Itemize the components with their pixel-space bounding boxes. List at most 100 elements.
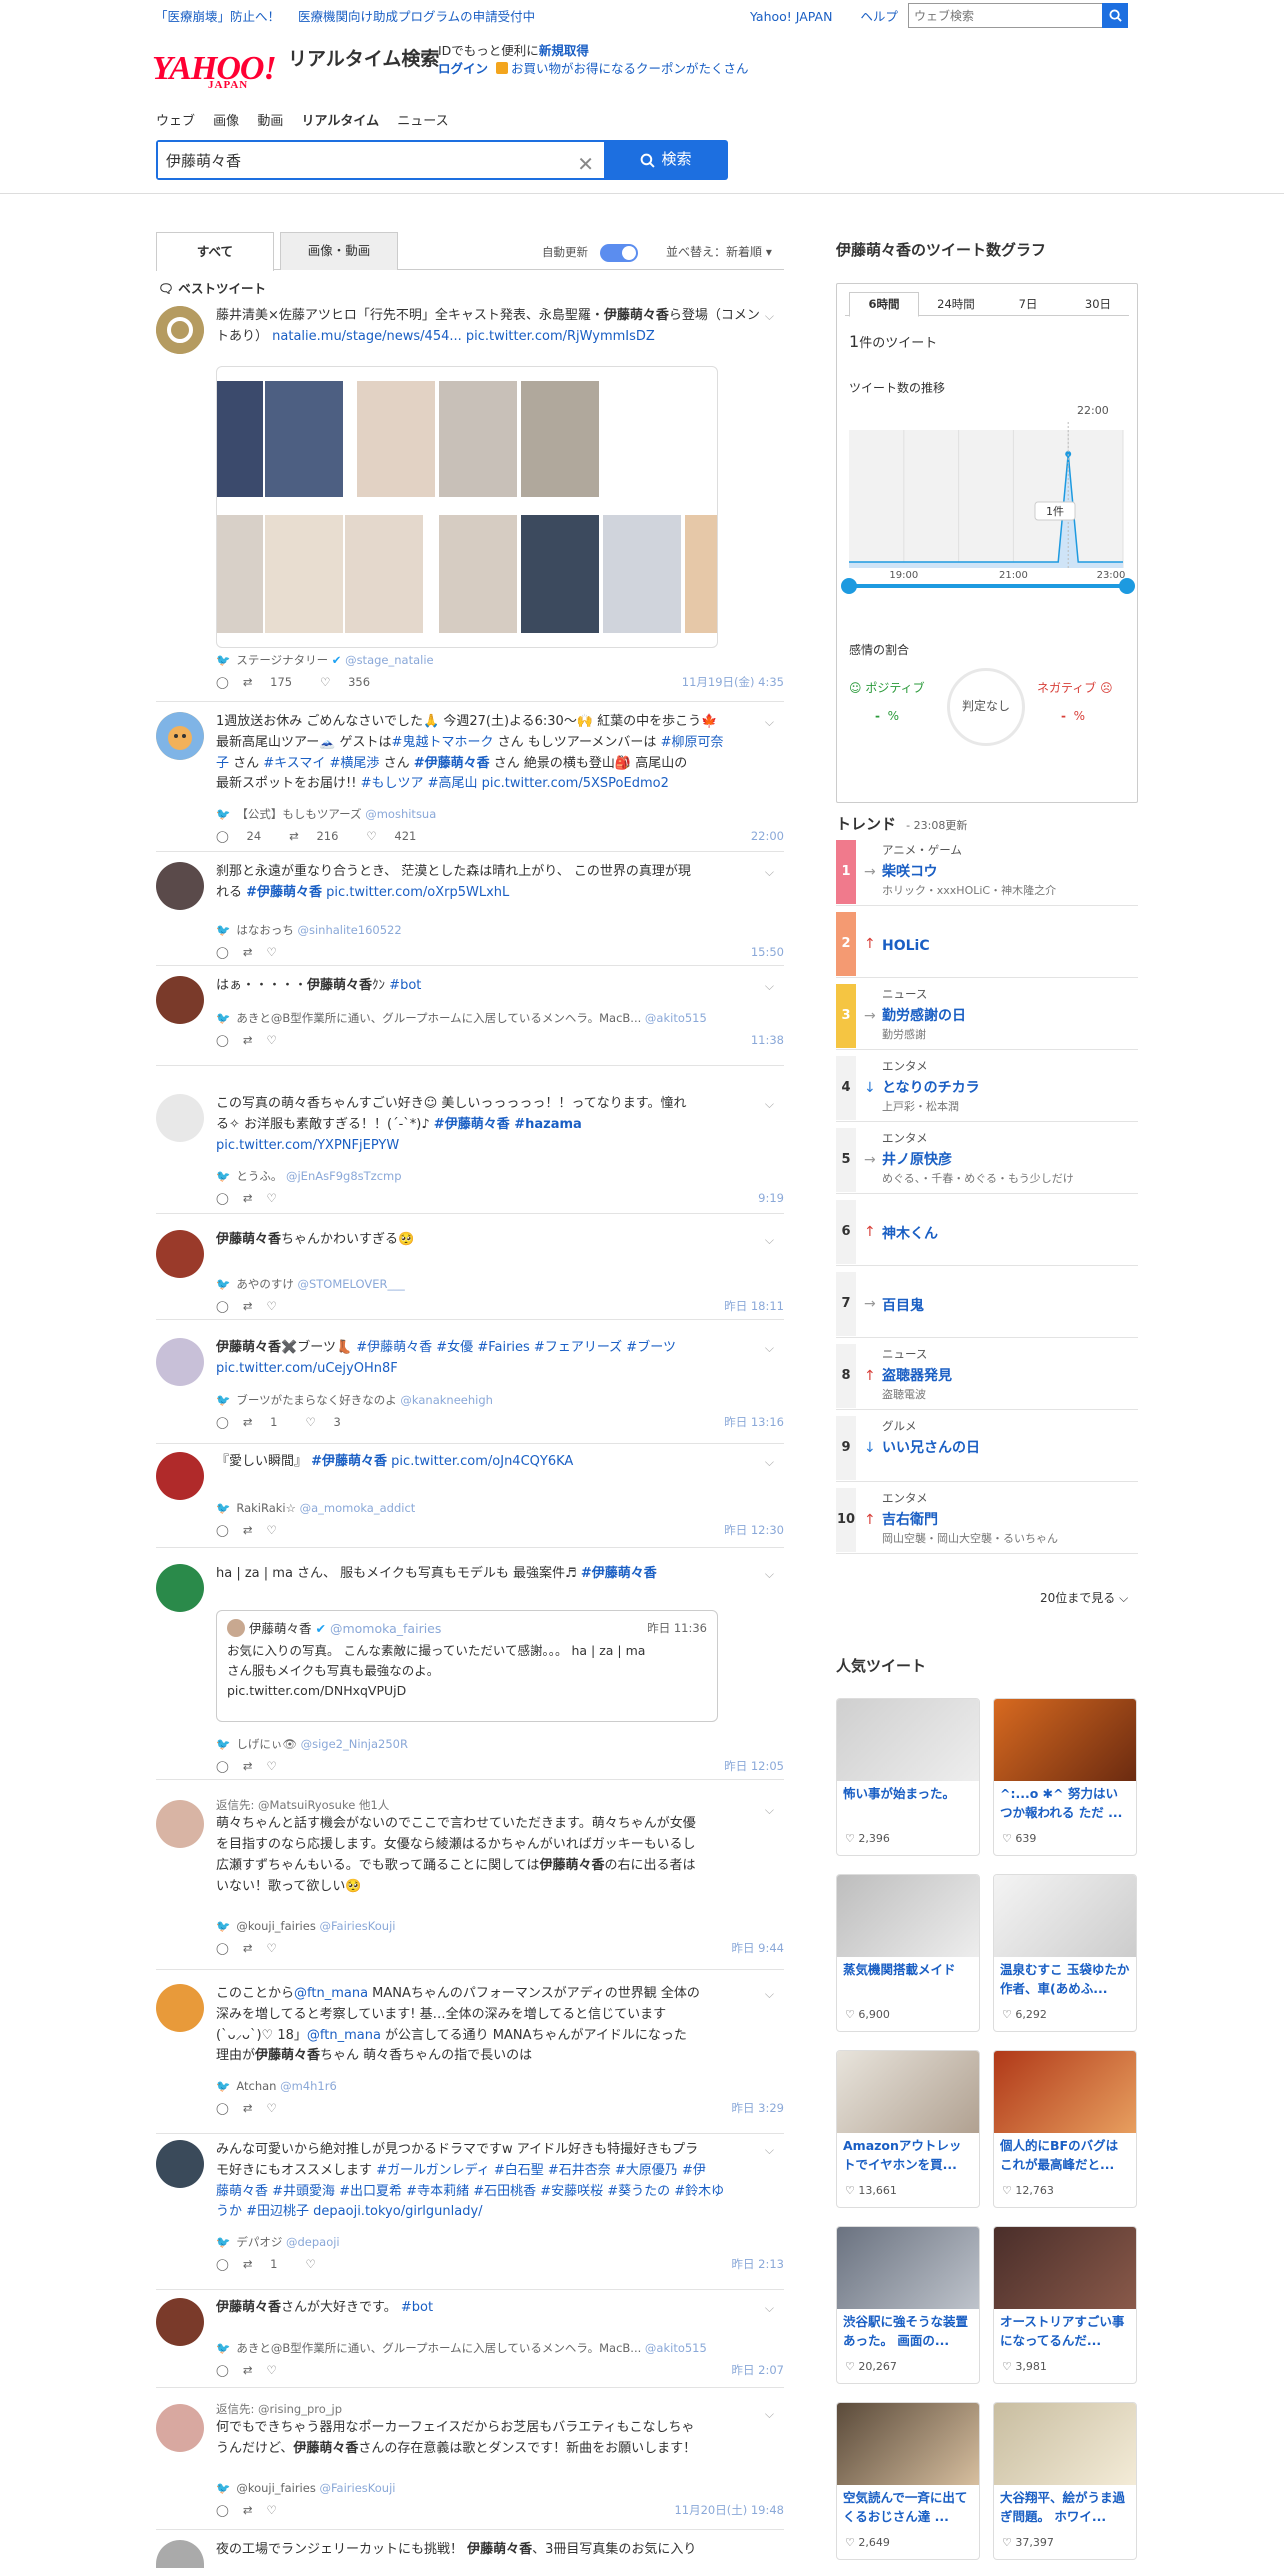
trend-name[interactable]: いい兄さんの日 xyxy=(882,1438,980,1458)
author-handle[interactable]: @stage_natalie xyxy=(345,653,434,667)
popular-tweet-card[interactable]: 個人的にBFのバグはこれが最高峰だと... ♡ 12,763 xyxy=(993,2050,1137,2208)
like-button[interactable]: ♡ 356 xyxy=(320,675,384,689)
service-name[interactable]: リアルタイム検索 xyxy=(288,46,439,74)
hashtag[interactable]: #bot xyxy=(401,2300,433,2315)
avatar[interactable] xyxy=(156,712,204,760)
retweet-button[interactable]: ⇄ 216 xyxy=(289,829,352,843)
heart-icon[interactable]: ♡ xyxy=(267,1941,277,1955)
tweet-link[interactable]: pic.twitter.com/oJn4CQY6KA xyxy=(387,1454,573,1469)
hashtag[interactable]: #横尾渉 xyxy=(325,756,380,771)
avatar[interactable] xyxy=(156,306,204,354)
tweet-time[interactable]: 11月20日(土) 19:48 xyxy=(674,2502,784,2519)
reply-button[interactable]: ◯ 24 xyxy=(216,829,275,843)
chevron-down-icon[interactable]: ⌵ xyxy=(765,1986,774,2003)
popular-tweet-card[interactable]: ^:...o ✱^ 努力はいつか報われる ただ ... ♡ 639 xyxy=(993,1698,1137,1856)
author-name[interactable]: とうふ。 xyxy=(236,1169,282,1183)
popular-tweet-card[interactable]: オーストリアすごい事になってるんだ... ♡ 3,981 xyxy=(993,2226,1137,2384)
avatar[interactable] xyxy=(156,1800,204,1848)
hashtag[interactable]: #鬼越トマホーク xyxy=(392,735,494,750)
coupon-link[interactable]: お買い物がお得になるクーポンがたくさん xyxy=(511,61,749,76)
author-name[interactable]: ステージナタリー xyxy=(236,653,328,667)
chevron-down-icon[interactable]: ⌵ xyxy=(765,1454,774,1471)
retweet-icon[interactable]: ⇄ xyxy=(243,1523,253,1537)
auto-update-toggle[interactable] xyxy=(600,244,638,262)
like-button[interactable]: ♡ 421 xyxy=(366,829,430,843)
hashtag[interactable]: #ガールガンレディ #白石聖 #石井杏奈 #大原優乃 #伊 xyxy=(376,2163,706,2178)
heart-icon[interactable]: ♡ xyxy=(267,1759,277,1773)
nav-web[interactable]: ウェブ xyxy=(156,114,195,129)
mention-link[interactable]: @ftn_mana xyxy=(294,1986,368,2001)
avatar[interactable] xyxy=(156,2404,204,2452)
author-handle[interactable]: @kanakneehigh xyxy=(400,1393,493,1407)
tweet-time[interactable]: 11:38 xyxy=(751,1032,784,1049)
retweet-icon[interactable]: ⇄ xyxy=(243,945,253,959)
chevron-down-icon[interactable]: ⌵ xyxy=(765,1340,774,1357)
hashtag[interactable]: #伊藤萌々香 #hazama xyxy=(434,1117,582,1132)
hashtag[interactable]: #bot xyxy=(389,978,421,993)
quoted-tweet[interactable]: 伊藤萌々香 ✔ @momoka_fairies 昨日 11:36 お気に入りの写… xyxy=(216,1610,718,1722)
heart-icon[interactable]: ♡ xyxy=(267,945,277,959)
reply-icon[interactable]: ◯ xyxy=(216,675,229,689)
author-name[interactable]: デパオジ xyxy=(236,2235,282,2249)
author-name[interactable]: あきと@B型作業所に通い、グループホームに入居しているメンヘラ。MacB... xyxy=(236,1011,641,1025)
heart-icon[interactable]: ♡ xyxy=(267,2503,277,2517)
retweet-icon[interactable]: ⇄ xyxy=(243,1759,253,1773)
trend-item[interactable]: 8 ニュース ↑ 盗聴器発見 盗聴電波 xyxy=(836,1342,1138,1410)
trend-name[interactable]: 柴咲コウ xyxy=(882,862,937,882)
heart-icon[interactable]: ♡ xyxy=(267,1191,277,1205)
tweet-link[interactable]: pic.twitter.com/oXrp5WLxhL xyxy=(322,885,509,900)
author-name[interactable]: しげにぃ👁 xyxy=(236,1737,297,1751)
avatar[interactable] xyxy=(156,2540,204,2568)
notice-link-2[interactable]: 医療機関向け助成プログラムの申請受付中 xyxy=(298,9,535,24)
tab-24h[interactable]: 24時間 xyxy=(921,292,991,316)
author-name[interactable]: あやのすけ xyxy=(236,1277,294,1291)
web-search-input[interactable] xyxy=(909,4,1099,27)
reply-icon[interactable]: ◯ xyxy=(216,1523,229,1537)
retweet-icon[interactable]: ⇄ xyxy=(243,1941,253,1955)
reply-icon[interactable]: ◯ xyxy=(216,1941,229,1955)
author-handle[interactable]: @sinhalite160522 xyxy=(297,923,401,937)
hashtag[interactable]: #もしツア #高尾山 xyxy=(361,776,478,791)
hashtag[interactable]: #柳原可奈 xyxy=(661,735,724,750)
reply-icon[interactable]: ◯ xyxy=(216,2101,229,2115)
range-slider-track[interactable] xyxy=(849,584,1127,588)
hashtag[interactable]: #伊藤萌々香 xyxy=(246,885,322,900)
quoted-link[interactable]: pic.twitter.com/DNHxqVPUjD xyxy=(227,1681,707,1701)
popular-tweet-card[interactable]: 温泉むすこ 玉袋ゆたか作者、車(あめふ... ♡ 6,292 xyxy=(993,1874,1137,2032)
tab-7d[interactable]: 7日 xyxy=(993,292,1063,316)
nav-video[interactable]: 動画 xyxy=(257,114,283,129)
chevron-down-icon[interactable]: ⌵ xyxy=(765,2406,774,2423)
tweet-link[interactable]: depaoji.tokyo/girlgunlady/ xyxy=(309,2204,482,2219)
search-input[interactable] xyxy=(158,142,558,178)
tweet-time[interactable]: 15:50 xyxy=(751,944,784,961)
avatar[interactable] xyxy=(156,2140,204,2188)
trend-item[interactable]: 2 ↑ HOLiC xyxy=(836,910,1138,978)
tab-30d[interactable]: 30日 xyxy=(1063,292,1133,316)
range-slider-handle-left[interactable] xyxy=(841,578,857,594)
notice-link-1[interactable]: 「医療崩壊」防止へ！ xyxy=(155,9,280,24)
tab-media[interactable]: 画像・動画 xyxy=(280,232,398,270)
retweet-button[interactable]: ⇄ 1 xyxy=(243,1415,292,1429)
popular-tweet-card[interactable]: 空気読んで一斉に出てくるおじさん達 ... ♡ 2,649 xyxy=(836,2402,980,2560)
avatar[interactable] xyxy=(156,1230,204,1278)
reply-icon[interactable]: ◯ xyxy=(216,2503,229,2517)
author-handle[interactable]: @moshitsua xyxy=(365,807,436,821)
popular-tweet-card[interactable]: 大谷翔平、絵がうま過ぎ問題。 ホワイ... ♡ 37,397 xyxy=(993,2402,1137,2560)
popular-tweet-card[interactable]: Amazonアウトレットでイヤホンを買... ♡ 13,661 xyxy=(836,2050,980,2208)
retweet-button[interactable]: ⇄ 1 xyxy=(243,2257,292,2271)
sort-dropdown[interactable]: 並べ替え：新着順 ▾ xyxy=(666,244,772,261)
trend-name[interactable]: 百目鬼 xyxy=(882,1296,924,1316)
mention-link[interactable]: @ftn_mana xyxy=(307,2028,381,2043)
heart-icon[interactable]: ♡ xyxy=(267,2363,277,2377)
reply-icon[interactable]: ◯ xyxy=(216,1759,229,1773)
reply-to[interactable]: 返信先: @rising_pro_jp xyxy=(216,2400,762,2418)
reply-icon[interactable]: ◯ xyxy=(216,1299,229,1313)
trend-item[interactable]: 6 ↑ 神木くん xyxy=(836,1198,1138,1266)
tweet-time[interactable]: 9:19 xyxy=(758,1190,784,1207)
author-name[interactable]: @kouji_fairies xyxy=(236,1919,316,1933)
reply-icon[interactable]: ◯ xyxy=(216,1033,229,1047)
trend-item[interactable]: 4 エンタメ ↓ となりのチカラ 上戸彩・松本潤 xyxy=(836,1054,1138,1122)
chevron-down-icon[interactable]: ⌵ xyxy=(765,1096,774,1113)
tweet-time[interactable]: 昨日 12:05 xyxy=(724,1758,784,1775)
avatar[interactable] xyxy=(156,1564,204,1612)
